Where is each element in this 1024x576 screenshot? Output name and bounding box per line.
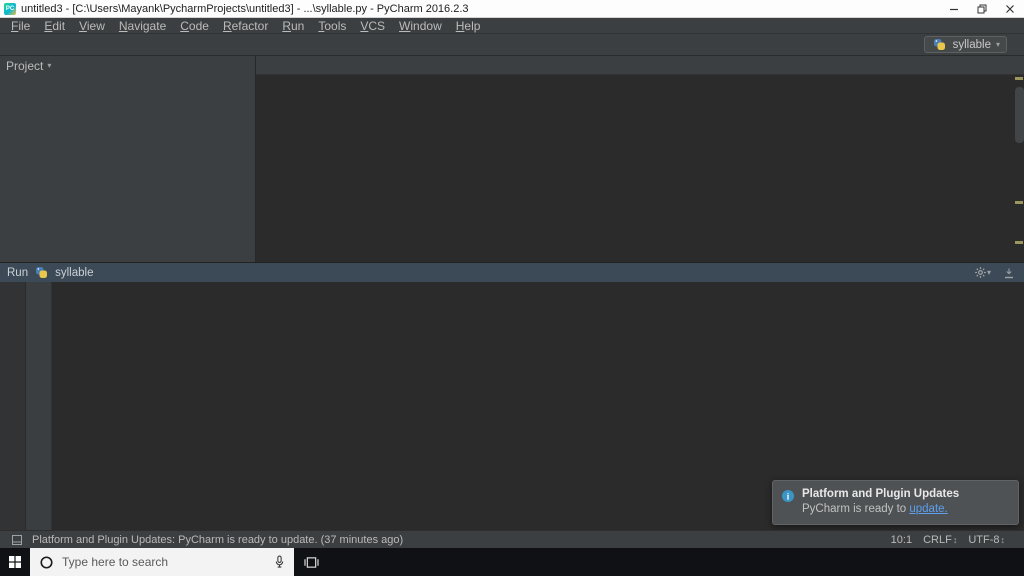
chevron-down-icon: ▾: [996, 40, 1000, 49]
caret-position[interactable]: 10:1: [891, 534, 912, 546]
menu-bar: FileEditViewNavigateCodeRefactorRunTools…: [0, 18, 1024, 34]
editor-tabs: [256, 56, 1024, 75]
notification-title: Platform and Plugin Updates: [802, 488, 959, 500]
updown-icon: ↕: [1001, 535, 1006, 545]
menu-edit[interactable]: Edit: [37, 19, 72, 33]
updown-icon: ↕: [953, 535, 958, 545]
editor-scrollbar[interactable]: [1015, 87, 1024, 143]
notification-balloon[interactable]: i Platform and Plugin Updates PyCharm is…: [772, 480, 1019, 525]
pycharm-logo-icon: PC: [4, 3, 16, 15]
project-tree: [0, 75, 255, 262]
chevron-down-icon: ▾: [47, 61, 51, 70]
info-icon: i: [781, 489, 795, 524]
notification-body: PyCharm is ready to: [802, 503, 909, 515]
run-panel-actions: [0, 282, 26, 530]
menu-window[interactable]: Window: [392, 19, 449, 33]
restore-button[interactable]: [968, 0, 996, 17]
run-config-selector[interactable]: syllable ▾: [924, 36, 1007, 53]
cortana-icon: [39, 555, 54, 570]
line-separator-selector[interactable]: CRLF↕: [923, 534, 957, 546]
start-button[interactable]: [0, 548, 30, 576]
title-bar: PC untitled3 - [C:\Users\Mayank\PycharmP…: [0, 0, 1024, 18]
minimize-button[interactable]: [940, 0, 968, 17]
status-message[interactable]: Platform and Plugin Updates: PyCharm is …: [32, 534, 403, 546]
menu-navigate[interactable]: Navigate: [112, 19, 173, 33]
microphone-icon[interactable]: [274, 555, 285, 569]
menu-refactor[interactable]: Refactor: [216, 19, 275, 33]
project-tool-window: Project ▾: [0, 56, 256, 262]
scroll-mark: [1015, 201, 1023, 204]
project-panel-title[interactable]: Project: [6, 59, 43, 73]
python-icon: [931, 36, 948, 53]
main-toolbar: syllable ▾: [0, 34, 1024, 56]
encoding-selector[interactable]: UTF-8↕: [968, 534, 1005, 546]
toolwindow-toggle-icon[interactable]: [8, 531, 25, 548]
menu-tools[interactable]: Tools: [311, 19, 353, 33]
run-panel-header: Run syllable ▾: [0, 263, 1024, 282]
run-config-name: syllable: [953, 39, 991, 51]
search-placeholder: Type here to search: [62, 555, 266, 569]
update-link[interactable]: update.: [909, 503, 947, 515]
python-icon: [33, 264, 50, 281]
menu-view[interactable]: View: [72, 19, 112, 33]
project-panel-header: Project ▾: [0, 56, 255, 75]
taskbar-search-input[interactable]: Type here to search: [30, 548, 294, 576]
console-actions: [26, 282, 52, 530]
status-bar: Platform and Plugin Updates: PyCharm is …: [0, 530, 1024, 548]
gear-icon[interactable]: ▾: [974, 264, 991, 281]
scroll-mark: [1015, 241, 1023, 244]
run-config-title: syllable: [55, 267, 93, 279]
menu-code[interactable]: Code: [173, 19, 216, 33]
code-editor[interactable]: [256, 75, 1024, 262]
menu-file[interactable]: File: [4, 19, 37, 33]
task-view-button[interactable]: [294, 548, 328, 576]
window-title: untitled3 - [C:\Users\Mayank\PycharmProj…: [21, 3, 940, 15]
run-tab-label[interactable]: Run: [7, 267, 28, 279]
menu-run[interactable]: Run: [275, 19, 311, 33]
scroll-mark: [1015, 77, 1023, 80]
close-button[interactable]: [996, 0, 1024, 17]
hide-panel-icon[interactable]: [1000, 264, 1017, 281]
menu-help[interactable]: Help: [449, 19, 488, 33]
windows-taskbar: Type here to search: [0, 548, 1024, 576]
menu-vcs[interactable]: VCS: [353, 19, 392, 33]
